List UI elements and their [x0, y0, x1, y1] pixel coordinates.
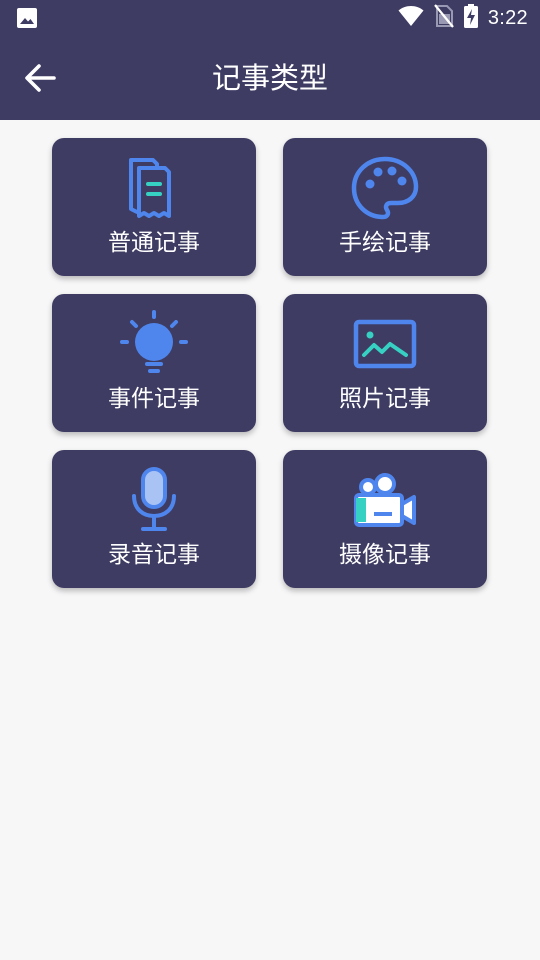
note-type-card-drawing[interactable]: 手绘记事: [283, 138, 487, 276]
lightbulb-icon: [119, 310, 189, 380]
note-type-card-event[interactable]: 事件记事: [52, 294, 256, 432]
page-title: 记事类型: [211, 61, 328, 95]
note-type-grid: 普通记事 手绘记事 事件记事 照片记事 录音记事 摄像记事: [52, 138, 487, 588]
note-type-label: 照片记事: [339, 386, 431, 412]
gallery-notification-icon: [16, 7, 38, 29]
note-type-label: 事件记事: [108, 386, 200, 412]
photo-icon: [350, 310, 420, 380]
app-bar: 记事类型: [0, 36, 540, 120]
note-type-card-photo[interactable]: 照片记事: [283, 294, 487, 432]
microphone-icon: [119, 466, 189, 536]
battery-charging-icon: [463, 4, 478, 32]
no-sim-icon: [434, 4, 454, 32]
video-camera-icon: [350, 466, 420, 536]
note-type-card-audio[interactable]: 录音记事: [52, 450, 256, 588]
status-bar: 3:22: [0, 0, 540, 36]
note-type-card-normal[interactable]: 普通记事: [52, 138, 256, 276]
note-type-label: 普通记事: [108, 230, 200, 256]
note-type-label: 摄像记事: [339, 542, 431, 568]
palette-icon: [350, 154, 420, 224]
wifi-icon: [398, 5, 424, 31]
note-type-label: 手绘记事: [339, 230, 431, 256]
status-time: 3:22: [487, 6, 528, 29]
note-icon: [119, 154, 189, 224]
note-type-card-video[interactable]: 摄像记事: [283, 450, 487, 588]
top-app-bar: 3:22 记事类型: [0, 0, 540, 120]
note-type-label: 录音记事: [108, 542, 200, 568]
